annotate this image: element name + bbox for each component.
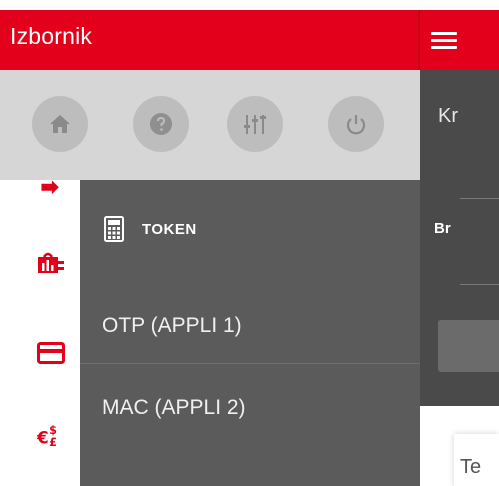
navigation-drawer: TOKEN OTP (APPLI 1) MAC (APPLI 2) [80, 180, 420, 486]
transfer-icon[interactable] [34, 174, 68, 204]
svg-text:$: $ [49, 424, 57, 437]
quick-actions-bar [0, 70, 420, 180]
background-text-bottom: Te [460, 456, 482, 478]
card-icon[interactable] [34, 338, 68, 368]
help-button[interactable] [133, 96, 189, 152]
menu-title: Izbornik [10, 23, 93, 49]
background-text-mid: Br [434, 220, 451, 237]
home-icon [50, 115, 70, 133]
svg-text:€: € [37, 427, 49, 447]
statistics-icon[interactable] [34, 248, 68, 278]
hamburger-menu-icon[interactable] [431, 32, 457, 50]
home-button[interactable] [32, 96, 88, 152]
currency-exchange-icon[interactable]: € $ £ [34, 420, 68, 450]
menu-item-otp[interactable]: OTP (APPLI 1) [80, 294, 420, 358]
menu-divider [80, 363, 420, 364]
token-section-header: TOKEN [104, 216, 197, 242]
background-text-top: Kr [438, 105, 458, 127]
background-card-area: Te [420, 406, 499, 486]
background-content: Kr Br [420, 70, 499, 406]
top-app-bar: Izbornik [0, 10, 499, 70]
logout-button[interactable] [328, 96, 384, 152]
svg-text:£: £ [49, 436, 57, 449]
help-icon [150, 113, 172, 135]
settings-sliders-icon [244, 115, 266, 134]
calculator-icon [104, 216, 124, 242]
token-section-title: TOKEN [142, 220, 197, 238]
settings-button[interactable] [227, 96, 283, 152]
header-divider [418, 10, 420, 70]
background-divider [460, 284, 499, 285]
background-divider [460, 198, 499, 199]
background-button [438, 320, 499, 372]
side-icon-strip: € $ £ [0, 180, 80, 486]
power-icon [346, 115, 366, 135]
menu-item-mac[interactable]: MAC (APPLI 2) [80, 376, 420, 440]
